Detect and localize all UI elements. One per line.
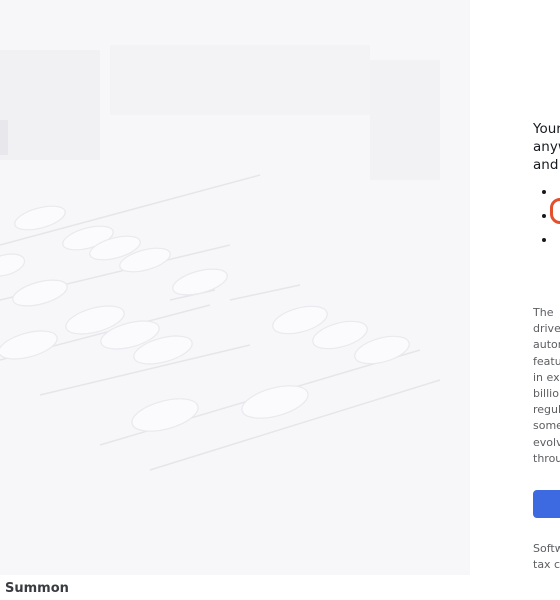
feature-list [533,184,560,256]
paragraph-line: featu [533,354,560,368]
list-item [533,232,560,256]
paragraph-line: regul [533,403,560,417]
paragraph-line: drive [533,322,560,336]
footnote-line: tax c [533,558,560,571]
paragraph-line: throu [533,451,560,465]
info-icon[interactable] [550,198,560,224]
hero-image [0,0,470,575]
parking-lot-illustration [0,45,441,471]
panel-headline: Your anyw and [533,120,560,174]
paragraph-line: The [533,306,554,319]
paragraph-line: billio [533,387,559,401]
hero-caption: Summon [5,581,69,596]
headline-line: anyw [533,139,560,155]
paragraph-line: in ex [533,370,560,384]
paragraph-line: some [533,419,560,433]
paragraph-line: evolv [533,435,560,449]
list-item [533,198,560,232]
bullet-dot [542,214,546,218]
info-panel: Your anyw and The drive auton featu in e… [533,0,560,600]
bullet-dot [542,190,546,194]
bullet-dot [542,238,546,242]
headline-line: Your [533,121,560,137]
primary-cta-button[interactable] [533,490,560,518]
paragraph-line: auton [533,338,560,352]
footnote-line: Softw [533,542,560,555]
description-paragraph: The drive auton featu in ex billio regul… [533,305,560,467]
headline-line: and [533,157,559,173]
footnote: Softw tax c [533,541,560,573]
